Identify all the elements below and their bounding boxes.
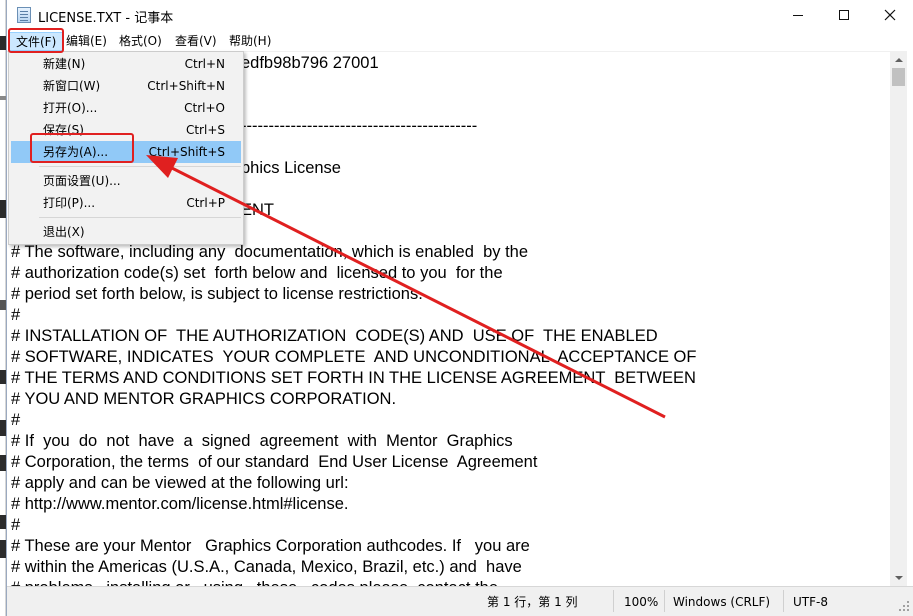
chevron-down-icon [894,575,903,580]
close-button[interactable] [867,0,913,30]
text-line: # [11,306,21,324]
scrollbar-thumb[interactable] [892,68,905,86]
menu-item-shortcut: Ctrl+Shift+S [148,145,225,159]
text-line: # authorization code(s) set forth below … [11,264,503,282]
menu-help[interactable]: 帮助(H) [225,32,275,51]
text-line: # [11,411,21,429]
title-bar[interactable]: LICENSE.TXT - 记事本 [7,0,913,30]
menu-separator [39,217,241,218]
menu-item-shortcut: Ctrl+N [184,57,225,71]
minimize-icon [793,14,803,16]
menu-item-label: 新建(N) [43,57,86,71]
text-line: # SOFTWARE, INDICATES YOUR COMPLETE AND … [11,348,697,366]
cursor-position: 第 1 行，第 1 列 [487,595,578,609]
text-line: # [11,516,21,534]
menu-item-label: 页面设置(U)... [43,174,121,188]
menu-item-label: 打印(P)... [43,196,96,210]
text-line: # problems installing or using these cod… [11,578,498,586]
menu-item-label: 退出(X) [43,225,85,239]
chevron-up-icon [894,57,903,62]
annotation-highlight-file-menu [8,28,64,53]
menu-edit[interactable]: 编辑(E) [62,32,111,51]
notepad-icon [17,7,31,23]
text-line: # YOU AND MENTOR GRAPHICS CORPORATION. [11,390,397,408]
menu-item-page-setup[interactable]: 页面设置(U)... [11,170,241,192]
text-line: # INSTALLATION OF THE AUTHORIZATION CODE… [11,327,658,345]
text-fragment: ENT [241,201,274,219]
maximize-button[interactable] [821,0,867,30]
menu-item-shortcut: Ctrl+O [184,101,225,115]
close-icon [884,9,896,21]
menu-item-shortcut: Ctrl+S [185,123,225,137]
menu-view[interactable]: 查看(V) [171,32,221,51]
status-bar: 第 1 行，第 1 列 100% Windows (CRLF) UTF-8 [7,586,913,616]
maximize-icon [839,10,849,20]
text-line: # Corporation, the terms of our standard… [11,453,538,471]
scroll-down-button[interactable] [890,569,907,586]
encoding: UTF-8 [793,595,828,609]
text-line: # http://www.mentor.com/license.html#lic… [11,495,349,513]
menu-item-shortcut: Ctrl+P [186,196,225,210]
menu-format[interactable]: 格式(O) [115,32,166,51]
status-divider [613,590,614,612]
menu-item-exit[interactable]: 退出(X) [11,221,241,243]
text-line: # period set forth below, is subject to … [11,285,423,303]
menu-item-new-window[interactable]: 新窗口(W) Ctrl+Shift+N [11,75,241,97]
annotation-highlight-save-as [30,133,134,163]
menu-item-open[interactable]: 打开(O)... Ctrl+O [11,97,241,119]
window-title: LICENSE.TXT - 记事本 [38,11,174,26]
text-fragment: ----------------------------------------… [241,117,478,135]
scroll-up-button[interactable] [890,51,907,68]
text-line: # apply and can be viewed at the followi… [11,474,349,492]
text-line: # These are your Mentor Graphics Corpora… [11,537,530,555]
text-line: # The software, including any documentat… [11,243,529,261]
menu-item-label: 打开(O)... [43,101,98,115]
resize-grip-icon[interactable] [897,599,911,613]
text-line: # If you do not have a signed agreement … [11,432,513,450]
text-fragment: phics License [241,159,341,177]
vertical-scrollbar[interactable] [890,51,907,586]
menu-item-new[interactable]: 新建(N) Ctrl+N [11,53,241,75]
text-line: # within the Americas (U.S.A., Canada, M… [11,558,522,576]
line-ending: Windows (CRLF) [673,595,771,609]
text-line: # THE TERMS AND CONDITIONS SET FORTH IN … [11,369,696,387]
minimize-button[interactable] [775,0,821,30]
menu-separator [39,166,241,167]
menu-bar: 文件(F) 编辑(E) 格式(O) 查看(V) 帮助(H) [7,30,913,51]
status-divider [664,590,665,612]
menu-item-label: 新窗口(W) [43,79,101,93]
status-divider [783,590,784,612]
menu-item-print[interactable]: 打印(P)... Ctrl+P [11,192,241,214]
zoom-level: 100% [624,595,659,609]
text-fragment: edfb98b796 27001 [241,54,379,72]
menu-item-shortcut: Ctrl+Shift+N [147,79,225,93]
